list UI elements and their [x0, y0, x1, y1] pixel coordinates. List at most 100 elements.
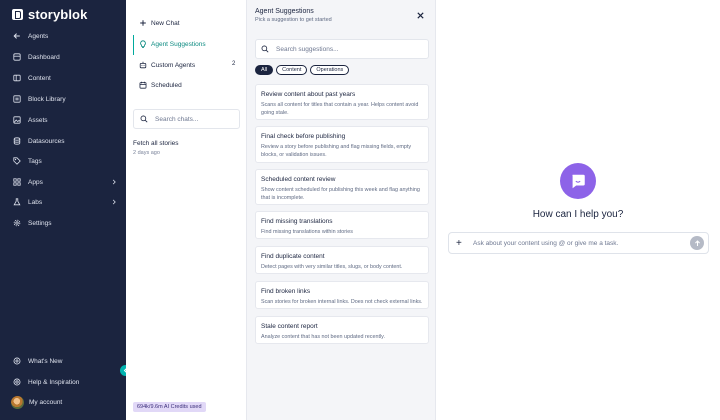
chevron-right-icon	[112, 179, 116, 185]
suggestion-card[interactable]: Find broken links Scan stories for broke…	[255, 281, 429, 309]
sidebar-item-label: Assets	[28, 116, 48, 124]
storyblok-logo-icon	[12, 9, 23, 20]
suggestion-card-title: Scheduled content review	[261, 176, 336, 183]
close-icon[interactable]	[416, 11, 425, 20]
sidebar-item-dashboard[interactable]: Dashboard	[13, 51, 117, 63]
send-button[interactable]	[690, 236, 704, 250]
help-icon	[13, 378, 21, 386]
agent-suggestions-label: Agent Suggestions	[151, 40, 206, 48]
suggestion-card-desc: Analyze content that has not been update…	[261, 334, 385, 340]
sidebar-item-block-library[interactable]: Block Library	[13, 93, 117, 105]
new-chat-label: New Chat	[151, 19, 180, 27]
suggestion-card-title: Find duplicate content	[261, 253, 325, 260]
chat-history-item[interactable]: Fetch all stories	[133, 140, 179, 147]
agent-suggestions-tab[interactable]: Agent Suggestions	[139, 40, 206, 48]
suggestion-card[interactable]: Review content about past years Scans al…	[255, 84, 429, 120]
suggestion-card-title: Review content about past years	[261, 91, 356, 98]
avatar	[11, 395, 24, 409]
search-icon	[140, 115, 148, 123]
sidebar-item-label: Dashboard	[28, 53, 60, 61]
suggestion-card-desc: Find missing translations within stories	[261, 229, 353, 235]
search-icon	[261, 45, 269, 53]
suggestion-card[interactable]: Find duplicate content Detect pages with…	[255, 246, 429, 274]
filter-chip-operations[interactable]: Operations	[310, 65, 350, 75]
sidebar-item-whats-new[interactable]: What's New	[13, 355, 117, 367]
chat-bubble-icon	[572, 174, 585, 189]
sidebar-item-assets[interactable]: Assets	[13, 114, 117, 126]
sidebar-item-label: Labs	[28, 198, 43, 206]
apps-icon	[13, 178, 21, 186]
sidebar-item-settings[interactable]: Settings	[13, 217, 117, 229]
database-icon	[13, 137, 21, 145]
sidebar-item-label: Datasources	[28, 137, 65, 145]
sidebar-item-label: What's New	[28, 357, 63, 365]
sidebar-item-label: Apps	[28, 178, 43, 186]
custom-agents-label: Custom Agents	[151, 61, 196, 69]
suggestion-card-title: Find broken links	[261, 288, 311, 295]
suggestion-card[interactable]: Scheduled content review Show content sc…	[255, 169, 429, 205]
filter-chip-content[interactable]: Content	[276, 65, 308, 75]
suggestions-title: Agent Suggestions	[255, 8, 314, 15]
sidebar-item-label: Help & Inspiration	[28, 378, 80, 386]
sidebar-item-labs[interactable]: Labs	[13, 196, 117, 208]
dashboard-icon	[13, 53, 21, 61]
sidebar-item-agents[interactable]: Agents	[13, 30, 117, 42]
plus-icon	[140, 20, 146, 26]
attach-plus-icon[interactable]: +	[456, 238, 466, 249]
chat-input[interactable]: + Ask about your content using @ or give…	[448, 232, 709, 254]
assets-icon	[13, 116, 21, 124]
suggestion-card-title: Find missing translations	[261, 218, 333, 225]
suggestion-card-desc: Review a story before publishing and fla…	[261, 144, 412, 158]
sidebar-item-datasources[interactable]: Datasources	[13, 135, 117, 147]
brand-name: storyblok	[28, 7, 88, 22]
calendar-icon	[139, 81, 147, 89]
custom-agents-tab[interactable]: Custom Agents	[139, 61, 195, 69]
sidebar-item-label: Block Library	[28, 95, 66, 103]
scheduled-tab[interactable]: Scheduled	[139, 81, 182, 89]
tag-icon	[13, 157, 21, 165]
custom-agents-count: 2	[232, 61, 236, 67]
sidebar-item-content[interactable]: Content	[13, 72, 117, 84]
robot-icon	[139, 61, 147, 69]
sidebar-item-my-account[interactable]: My account	[11, 395, 115, 409]
suggestion-card[interactable]: Stale content report Analyze content tha…	[255, 316, 429, 344]
labs-icon	[13, 198, 21, 206]
suggestions-search-input[interactable]: Search suggestions...	[255, 39, 429, 59]
suggestion-card-title: Final check before publishing	[261, 133, 346, 140]
brand[interactable]: storyblok	[12, 7, 87, 22]
whats-new-icon	[13, 357, 21, 365]
assistant-avatar	[560, 163, 596, 199]
sidebar-item-apps[interactable]: Apps	[13, 176, 117, 188]
chevron-right-icon	[112, 199, 116, 205]
suggestion-card-desc: Show content scheduled for publishing th…	[261, 187, 420, 201]
sidebar-item-label: Agents	[28, 32, 49, 40]
suggestion-card-title: Stale content report	[261, 323, 318, 330]
suggestion-card-desc: Detect pages with very similar titles, s…	[261, 264, 403, 270]
gear-icon	[13, 219, 21, 227]
chat-search-placeholder: Search chats...	[155, 115, 199, 123]
scheduled-label: Scheduled	[151, 81, 182, 89]
suggestion-card[interactable]: Final check before publishing Review a s…	[255, 126, 429, 163]
arrow-up-icon	[694, 239, 700, 246]
sidebar-item-help[interactable]: Help & Inspiration	[13, 376, 117, 388]
content-icon	[13, 74, 21, 82]
ai-credits-badge: 694k/9.6m AI Credits used	[133, 402, 206, 412]
suggestions-subtitle: Pick a suggestion to get started	[255, 17, 332, 23]
suggestion-card[interactable]: Find missing translations Find missing t…	[255, 211, 429, 239]
suggestions-panel	[247, 0, 436, 420]
new-chat-button[interactable]: New Chat	[139, 19, 180, 27]
filter-chip-all[interactable]: All	[255, 65, 274, 75]
main-sidebar: storyblok Agents Dashboard Content Block…	[0, 0, 126, 420]
sidebar-item-label: My account	[29, 398, 63, 406]
sidebar-item-tags[interactable]: Tags	[13, 155, 117, 167]
sidebar-item-label: Settings	[28, 219, 52, 227]
filter-chips: All Content Operations	[255, 65, 350, 75]
help-heading: How can I help you?	[532, 209, 624, 220]
suggestion-card-desc: Scans all content for titles that contai…	[261, 102, 419, 116]
chat-history-time: 2 days ago	[133, 150, 160, 156]
sidebar-item-label: Content	[28, 74, 51, 82]
chat-input-placeholder: Ask about your content using @ or give m…	[473, 239, 619, 247]
sidebar-item-label: Tags	[28, 157, 42, 165]
block-library-icon	[13, 95, 21, 103]
chat-search-input[interactable]: Search chats...	[133, 109, 240, 129]
